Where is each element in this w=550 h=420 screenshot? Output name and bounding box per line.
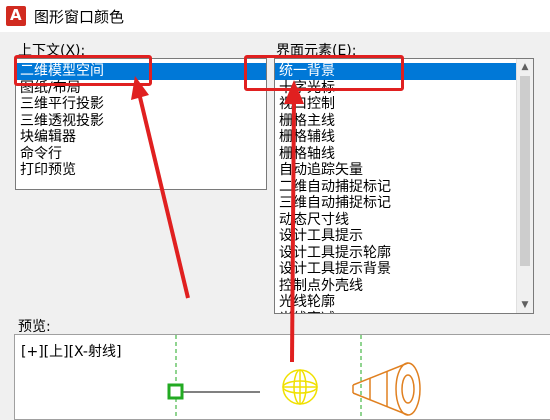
annotation-arrowhead-2 xyxy=(284,80,304,104)
annotation-arrow-line-1 xyxy=(137,92,190,299)
annotation-arrows xyxy=(131,76,304,363)
annotation-arrow-line-2 xyxy=(290,95,296,363)
annotation-arrowhead-1 xyxy=(131,76,149,100)
